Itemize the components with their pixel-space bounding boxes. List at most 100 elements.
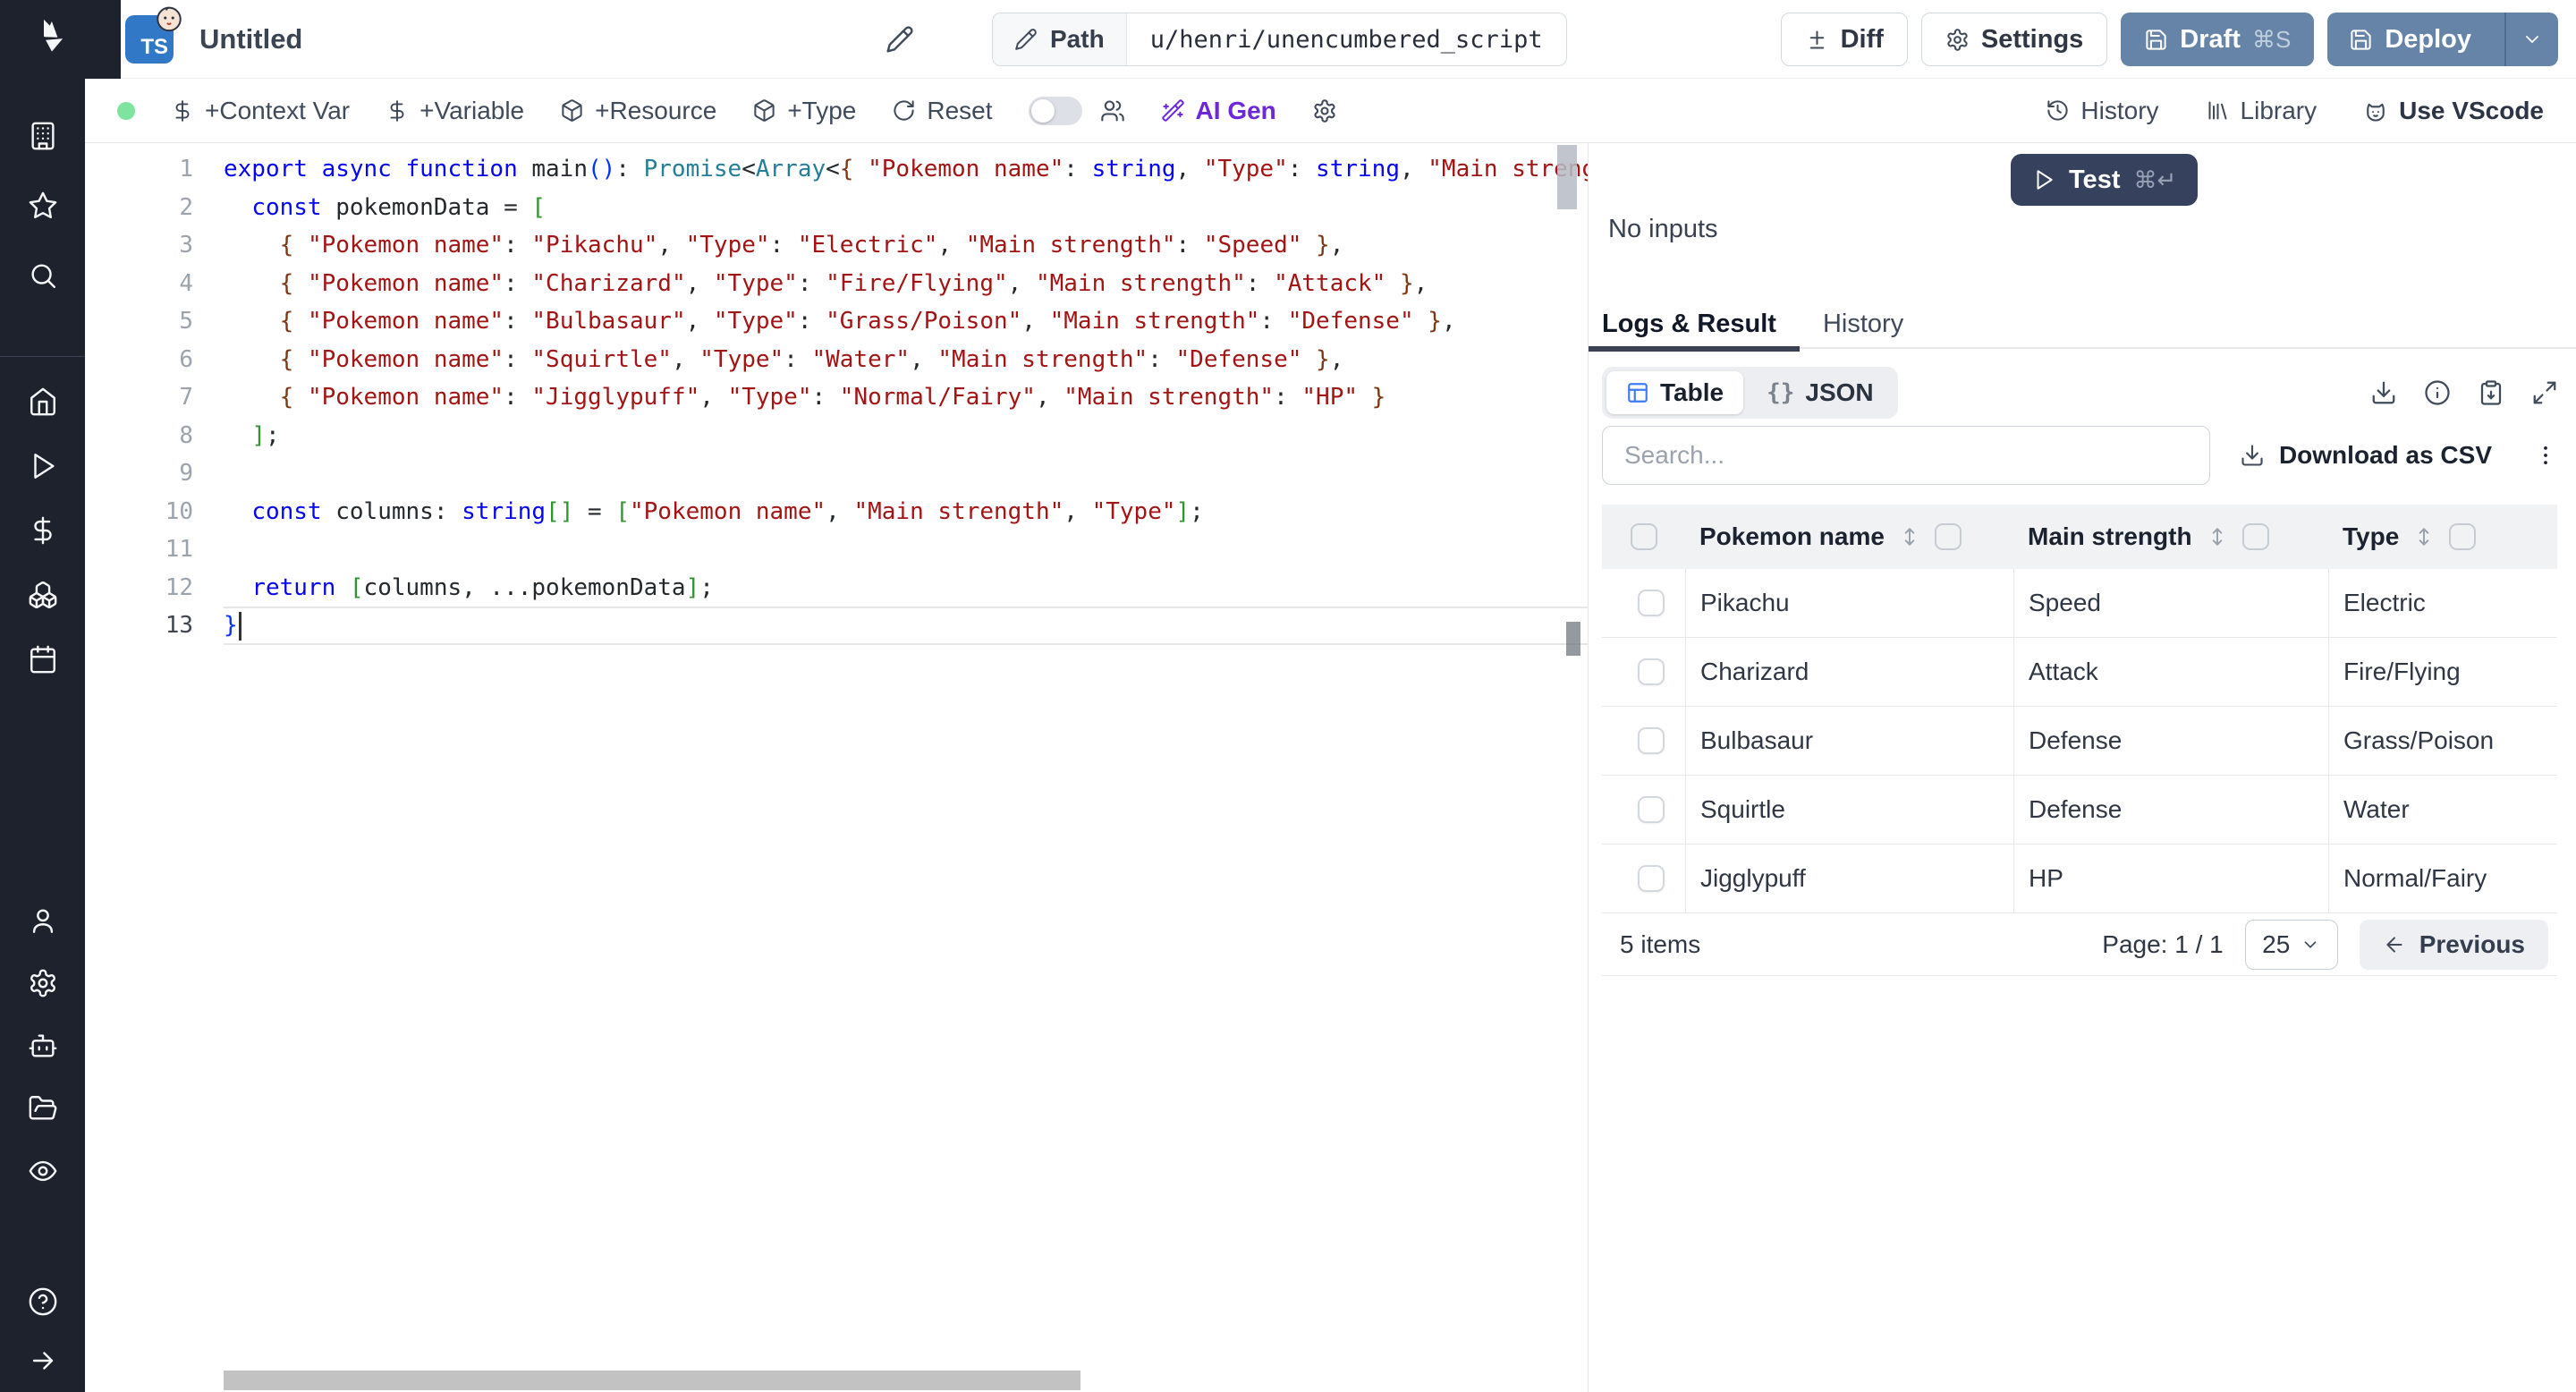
row-checkbox[interactable] <box>1637 727 1665 754</box>
table-row[interactable]: Jigglypuff HP Normal/Fairy <box>1602 845 2557 913</box>
view-table-label: Table <box>1660 378 1724 406</box>
dollar-icon <box>390 99 404 122</box>
editor-vertical-scrollbar[interactable] <box>1557 145 1577 209</box>
line-number: 13 <box>165 612 193 639</box>
code-line[interactable]: { "Pokemon name": "Charizard", "Type": "… <box>224 265 1588 303</box>
code-line[interactable]: { "Pokemon name": "Pikachu", "Type": "El… <box>224 226 1588 265</box>
maximize-icon[interactable] <box>2531 379 2558 406</box>
search-input[interactable] <box>1602 426 2210 485</box>
expand-sidebar-arrow-icon[interactable] <box>28 1345 58 1376</box>
table-controls-row: Download as CSV <box>1602 426 2558 485</box>
line-number: 7 <box>179 384 193 411</box>
folders-icon[interactable] <box>28 1093 58 1124</box>
code-line[interactable]: const pokemonData = [ <box>224 189 1588 227</box>
ai-gen-button[interactable]: AI Gen <box>1161 97 1276 125</box>
code-line[interactable]: { "Pokemon name": "Squirtle", "Type": "W… <box>224 341 1588 379</box>
code-line[interactable]: ]; <box>224 417 1588 455</box>
column-filter-checkbox[interactable] <box>2241 523 2269 550</box>
info-icon[interactable] <box>2424 379 2451 406</box>
emoji-badge-icon <box>157 6 182 32</box>
windmill-logo-tile[interactable] <box>0 0 121 79</box>
library-icon <box>2208 101 2227 120</box>
draft-button[interactable]: Draft ⌘S <box>2121 13 2315 66</box>
sort-icon[interactable] <box>2412 525 2436 548</box>
table-cell: Jigglypuff <box>1685 845 2013 912</box>
previous-page-button[interactable]: Previous <box>2359 919 2548 970</box>
code-line[interactable]: } <box>224 607 1588 645</box>
audit-eye-icon[interactable] <box>28 1156 58 1186</box>
multiplayer-toggle[interactable] <box>1028 96 1082 125</box>
code-line[interactable]: { "Pokemon name": "Bulbasaur", "Type": "… <box>224 302 1588 341</box>
users-person-icon[interactable] <box>28 905 58 936</box>
schedules-calendar-icon[interactable] <box>28 644 58 675</box>
home-icon[interactable] <box>28 386 58 417</box>
code-line[interactable]: const columns: string[] = ["Pokemon name… <box>224 493 1588 531</box>
favorites-star-icon[interactable] <box>28 191 58 221</box>
sort-icon[interactable] <box>1898 525 1921 548</box>
workspace-building-icon[interactable] <box>28 121 58 151</box>
add-resource-button[interactable]: +Resource <box>560 97 716 125</box>
view-table-button[interactable]: Table <box>1606 371 1744 414</box>
table-row[interactable]: Pikachu Speed Electric <box>1602 569 2557 638</box>
table-row[interactable]: Squirtle Defense Water <box>1602 776 2557 845</box>
settings-gear-icon[interactable] <box>28 968 58 998</box>
sort-icon[interactable] <box>2206 525 2229 548</box>
add-variable-button[interactable]: +Variable <box>386 97 524 125</box>
add-context-var-button[interactable]: +Context Var <box>171 97 350 125</box>
column-header-type[interactable]: Type <box>2328 522 2557 551</box>
table-row[interactable]: Charizard Attack Fire/Flying <box>1602 638 2557 707</box>
code-line[interactable] <box>224 530 1588 569</box>
help-icon[interactable] <box>28 1286 58 1317</box>
column-header-pokemon-name[interactable]: Pokemon name <box>1685 522 2013 551</box>
multiplayer-toggle-group <box>1028 96 1125 125</box>
page-size-select[interactable]: 25 <box>2244 919 2338 970</box>
download-csv-button[interactable]: Download as CSV <box>2240 441 2492 470</box>
more-options-kebab-icon[interactable] <box>2533 443 2558 468</box>
use-vscode-button[interactable]: Use VScode <box>2363 97 2544 125</box>
editor-settings-gear-icon[interactable] <box>1312 98 1337 123</box>
row-checkbox[interactable] <box>1637 658 1665 685</box>
deploy-button[interactable]: Deploy <box>2327 13 2493 66</box>
workers-robot-icon[interactable] <box>28 1031 58 1061</box>
row-checkbox[interactable] <box>1637 865 1665 892</box>
copy-clipboard-icon[interactable] <box>2478 379 2504 406</box>
line-number: 2 <box>179 193 193 221</box>
library-button[interactable]: Library <box>2206 97 2317 125</box>
add-type-button[interactable]: +Type <box>752 97 856 125</box>
history-button[interactable]: History <box>2046 97 2159 125</box>
code-editor[interactable]: 1 2 3 4 5 6 7 8 9 10 11 12 13 export async function … <box>85 143 1588 1392</box>
items-count: 5 items <box>1620 929 1701 958</box>
table-cell: Attack <box>2013 638 2328 706</box>
code-line[interactable]: { "Pokemon name": "Jigglypuff", "Type": … <box>224 378 1588 417</box>
column-filter-checkbox[interactable] <box>2449 523 2477 550</box>
script-path-field[interactable]: Path u/henri/unencumbered_script <box>992 13 1567 66</box>
code-line[interactable]: export async function main(): Promise<Ar… <box>224 150 1588 189</box>
download-result-icon[interactable] <box>2370 379 2397 406</box>
row-checkbox[interactable] <box>1637 796 1665 823</box>
diff-button[interactable]: Diff <box>1780 13 1908 66</box>
draft-shortcut: ⌘S <box>2251 25 2292 53</box>
edit-summary-pencil-icon[interactable] <box>886 25 914 54</box>
code-area[interactable]: export async function main(): Promise<Ar… <box>224 150 1588 645</box>
select-all-checkbox[interactable] <box>1630 523 1657 550</box>
settings-button[interactable]: Settings <box>1920 13 2108 66</box>
code-line[interactable] <box>224 454 1588 493</box>
resources-boxes-icon[interactable] <box>28 580 58 610</box>
reset-button[interactable]: Reset <box>892 97 993 125</box>
row-checkbox[interactable] <box>1637 590 1665 616</box>
editor-horizontal-scrollbar[interactable] <box>224 1371 1080 1390</box>
view-json-button[interactable]: {} JSON <box>1747 371 1894 414</box>
variables-dollar-icon[interactable] <box>28 515 58 546</box>
preview-panel: Test ⌘↵ No inputs Logs & Result History … <box>1588 143 2576 1392</box>
table-row[interactable]: Bulbasaur Defense Grass/Poison <box>1602 707 2557 776</box>
deploy-more-options[interactable] <box>2504 13 2558 66</box>
code-line[interactable]: return [columns, ...pokemonData]; <box>224 569 1588 607</box>
column-filter-checkbox[interactable] <box>1934 523 1962 550</box>
save-icon <box>2146 29 2166 50</box>
tab-logs-result[interactable]: Logs & Result <box>1589 300 1800 352</box>
tab-history[interactable]: History <box>1800 300 1927 348</box>
column-header-main-strength[interactable]: Main strength <box>2013 522 2328 551</box>
search-icon[interactable] <box>28 260 58 291</box>
runs-play-icon[interactable] <box>28 451 58 481</box>
test-button[interactable]: Test ⌘↵ <box>2011 154 2199 206</box>
